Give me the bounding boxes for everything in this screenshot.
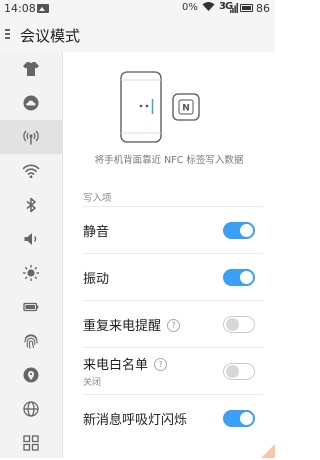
sidebar-item-location[interactable] <box>0 358 62 392</box>
location-icon <box>23 367 39 383</box>
image-notification-icon <box>37 4 49 13</box>
battery-percent-text: 0% <box>182 2 198 13</box>
sidebar-item-theme[interactable] <box>0 52 62 86</box>
main-content: N 将手机背面靠近 NFC 标签写入数据 写入项 静音 振动 重复来电提醒? 来… <box>63 52 275 458</box>
repeat-call-label: 重复来电提醒? <box>83 315 181 334</box>
brightness-icon <box>22 264 40 282</box>
nfc-caption: 将手机背面靠近 NFC 标签写入数据 <box>94 155 244 166</box>
sidebar-item-battery[interactable] <box>0 290 62 324</box>
nfc-illustration: N <box>63 52 275 147</box>
bluetooth-icon <box>26 197 36 213</box>
status-time: 14:08 <box>4 2 36 15</box>
svg-text:N: N <box>182 104 190 114</box>
section-title: 写入项 <box>83 193 112 204</box>
phone-icon <box>120 71 162 143</box>
whitelist-label: 来电白名单? <box>83 354 168 373</box>
breathing-light-label: 新消息呼吸灯闪烁 <box>83 413 188 428</box>
fingerprint-icon <box>24 334 38 349</box>
grid-icon <box>23 435 39 451</box>
list-item-vibrate: 振动 <box>83 254 263 300</box>
battery-icon <box>23 302 39 312</box>
status-bar: 14:08 0% 3G 86 <box>0 0 275 18</box>
title-bar: 会议模式 <box>0 18 275 52</box>
sidebar <box>0 52 63 458</box>
help-icon[interactable]: ? <box>167 319 181 332</box>
sidebar-item-wifi[interactable] <box>0 154 62 188</box>
wifi-icon <box>22 164 40 178</box>
sidebar-item-nfc[interactable] <box>0 120 62 154</box>
list-item-repeat-call: 重复来电提醒? <box>83 301 263 347</box>
list-item-breathing-light: 新消息呼吸灯闪烁 <box>83 395 263 441</box>
sidebar-item-fingerprint[interactable] <box>0 324 62 358</box>
battery-level: 86 <box>256 2 270 15</box>
wifi-status-icon <box>202 1 215 15</box>
nfc-tag-icon: N <box>172 93 200 121</box>
cloud-icon <box>23 95 39 111</box>
broadcast-icon <box>23 130 39 145</box>
repeat-call-toggle[interactable] <box>223 316 255 333</box>
page-title: 会议模式 <box>20 27 81 45</box>
whitelist-toggle[interactable] <box>223 363 255 380</box>
sidebar-item-more[interactable] <box>0 426 62 460</box>
vibrate-toggle[interactable] <box>223 269 255 286</box>
whitelist-status: 关闭 <box>83 378 102 388</box>
sidebar-item-cloud[interactable] <box>0 86 62 120</box>
sidebar-item-display[interactable] <box>0 256 62 290</box>
sidebar-item-bluetooth[interactable] <box>0 188 62 222</box>
shirt-icon <box>23 62 39 76</box>
mute-toggle[interactable] <box>223 222 255 239</box>
breathing-light-toggle[interactable] <box>223 410 255 427</box>
vibrate-label: 振动 <box>83 272 110 287</box>
mute-label: 静音 <box>83 225 110 240</box>
sidebar-item-language[interactable] <box>0 392 62 426</box>
list-item-whitelist: 来电白名单? 关闭 <box>83 348 263 394</box>
volume-icon <box>24 233 37 245</box>
corner-mark <box>261 444 275 458</box>
menu-icon[interactable] <box>5 29 10 40</box>
sidebar-item-sound[interactable] <box>0 222 62 256</box>
battery-status-icon <box>240 4 253 12</box>
help-icon[interactable]: ? <box>154 358 168 371</box>
signal-bars-icon <box>230 3 238 13</box>
globe-icon <box>23 401 39 417</box>
list-item-mute: 静音 <box>83 207 263 253</box>
